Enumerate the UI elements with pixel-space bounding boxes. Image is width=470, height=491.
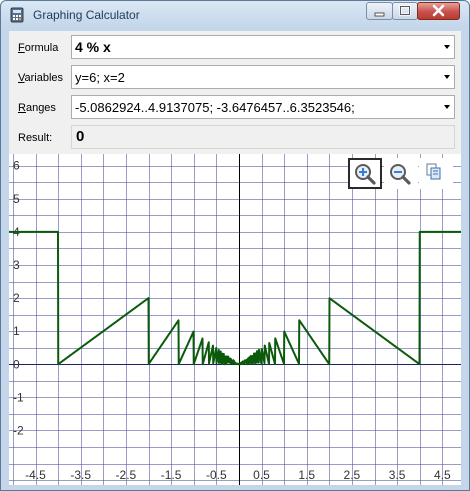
copy-button[interactable]: [419, 158, 453, 189]
x-tick-label: -1.5: [161, 468, 182, 482]
close-icon: [432, 4, 445, 17]
x-tick-label: 1.5: [298, 468, 315, 482]
title-bar[interactable]: Graphing Calculator: [1, 1, 469, 29]
zoom-out-icon: [390, 164, 411, 185]
calculator-icon: [10, 7, 24, 23]
vertical-gridlines: [13, 154, 443, 485]
result-row: Result: 0: [9, 123, 461, 151]
x-tick-label: -0.5: [206, 468, 227, 482]
formula-label: Formula: [18, 42, 59, 54]
result-label: Result:: [18, 132, 53, 144]
dropdown-arrow-icon[interactable]: [444, 105, 450, 109]
zoom-in-button[interactable]: [348, 158, 382, 189]
x-tick-label: 2.5: [344, 468, 361, 482]
y-tick-label: -1: [13, 390, 24, 404]
dropdown-arrow-icon[interactable]: [444, 45, 450, 49]
result-field: 0: [71, 125, 455, 149]
formula-row: Formula 4 % x: [9, 33, 461, 61]
y-tick-label: 5: [13, 192, 20, 206]
zoom-out-button[interactable]: [384, 158, 418, 189]
formula-value[interactable]: 4 % x: [75, 39, 111, 55]
x-tick-label: 0.5: [253, 468, 270, 482]
maximize-icon: [399, 5, 411, 16]
formula-combobox[interactable]: 4 % x: [71, 35, 455, 59]
close-button[interactable]: [417, 2, 460, 20]
dropdown-arrow-icon[interactable]: [444, 75, 450, 79]
x-tick-label: -4.5: [25, 468, 46, 482]
x-tick-label: 3.5: [389, 468, 406, 482]
x-tick-labels: -4.5 -3.5 -2.5 -1.5 -0.5 0.5 1.5 2.5 3.5 4.5: [25, 468, 451, 482]
variables-row: Variables y=6; x=2: [9, 63, 461, 91]
variables-label: Variables: [18, 72, 64, 84]
window-title: Graphing Calculator: [33, 8, 140, 22]
x-tick-label: 4.5: [434, 468, 451, 482]
x-tick-label: -2.5: [116, 468, 137, 482]
axes: [9, 154, 461, 485]
variables-value[interactable]: y=6; x=2: [75, 70, 125, 85]
y-tick-label: 6: [13, 159, 20, 173]
zoom-in-icon: [355, 164, 376, 185]
graph-area[interactable]: -4.5 -3.5 -2.5 -1.5 -0.5 0.5 1.5 2.5 3.5 4.5 -2 -1…: [9, 154, 461, 485]
y-tick-label: -2: [13, 423, 24, 437]
minimize-button[interactable]: [366, 2, 393, 20]
x-tick-label: -3.5: [70, 468, 91, 482]
calculator-panel: Formula 4 % x Variables y=6; x=2 Ranges …: [9, 31, 461, 485]
y-tick-label: 1: [13, 324, 20, 338]
graphing-calculator-window: Graphing Calculator Formula 4 % x Variab…: [0, 0, 470, 491]
horizontal-gridlines: [9, 166, 461, 481]
result-value: 0: [76, 128, 85, 145]
y-tick-label: 0: [13, 357, 20, 371]
ranges-row: Ranges -5.0862924..4.9137075; -3.6476457…: [9, 93, 461, 121]
copy-icon: [426, 163, 441, 180]
minimize-icon: [374, 12, 385, 17]
maximize-button[interactable]: [392, 2, 418, 20]
y-tick-label: 2: [13, 291, 20, 305]
ranges-label: Ranges: [18, 102, 56, 114]
ranges-value[interactable]: -5.0862924..4.9137075; -3.6476457..6.352…: [75, 100, 355, 115]
variables-combobox[interactable]: y=6; x=2: [71, 65, 455, 89]
ranges-combobox[interactable]: -5.0862924..4.9137075; -3.6476457..6.352…: [71, 95, 455, 119]
y-tick-label: 3: [13, 258, 20, 272]
graph-plot[interactable]: -4.5 -3.5 -2.5 -1.5 -0.5 0.5 1.5 2.5 3.5 4.5 -2 -1…: [9, 154, 461, 485]
